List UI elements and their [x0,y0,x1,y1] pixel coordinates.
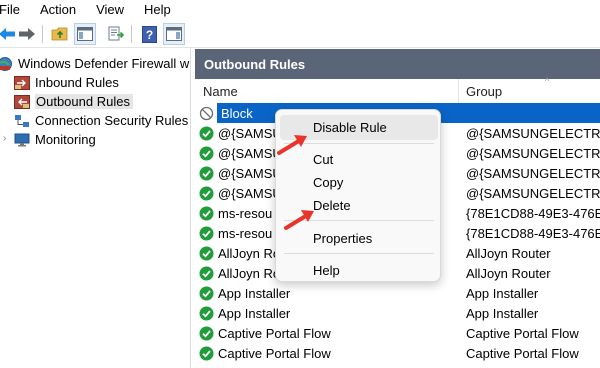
enabled-check-icon [199,306,214,320]
rule-name: Block [221,105,253,121]
rule-group: {78E1CD88-49E3-476E-B9 [466,205,600,221]
rule-group: AllJoyn Router [466,245,551,261]
rule-group: Captive Portal Flow [466,345,579,361]
help-icon[interactable]: ? [138,23,160,45]
tree-item-label: Monitoring [35,132,96,147]
menu-file[interactable]: File [0,1,27,19]
table-row[interactable]: Captive Portal Flow Captive Portal Flow [195,343,600,363]
tree-root-firewall[interactable]: Windows Defender Firewall with [0,54,191,73]
table-row[interactable]: App Installer App Installer [195,283,600,303]
blocked-rule-icon [199,106,214,120]
menu-item-help[interactable]: Help [280,258,438,283]
rule-group: @{SAMSUNGELECTRONI [466,185,600,201]
table-row[interactable]: App Installer App Installer [195,303,600,323]
column-header-name[interactable]: Name [195,79,459,103]
enabled-check-icon [199,146,214,160]
inbound-rules-icon [13,75,31,91]
enabled-check-icon [199,206,214,220]
connection-security-icon [13,113,31,129]
tree-item-label: Inbound Rules [35,75,119,90]
toolbar: ? [0,20,600,48]
rule-group: AllJoyn Router [466,265,551,281]
monitoring-icon [13,132,31,148]
tree-item-inbound-rules[interactable]: Inbound Rules [13,73,119,92]
enabled-check-icon [199,166,214,180]
rule-group: @{SAMSUNGELECTRONI [466,125,600,141]
enabled-check-icon [199,326,214,340]
rule-name: @{SAMSU [218,185,282,201]
navigation-tree: Windows Defender Firewall with Inbound R… [0,49,191,368]
rule-name: @{SAMSU [218,165,282,181]
annotation-arrow-icon [284,210,314,230]
tree-item-label: Outbound Rules [35,94,133,109]
tree-item-monitoring[interactable]: Monitoring [13,130,96,149]
rule-name: ms-resou [218,225,273,241]
forward-arrow-icon[interactable] [16,23,38,45]
enabled-check-icon [199,226,214,240]
menu-help[interactable]: Help [144,1,178,19]
tree-item-outbound-rules[interactable]: Outbound Rules [13,92,133,111]
column-header-group[interactable]: Group [459,79,600,103]
rule-name: Captive Portal Flow [218,345,331,361]
pane-title: Outbound Rules [195,49,600,79]
outbound-rules-icon [13,94,31,110]
tree-item-label: Connection Security Rules [35,113,189,128]
sort-indicator-icon: ^ [545,76,550,86]
rule-group: @{SAMSUNGELECTRONI [466,145,600,161]
table-row[interactable]: Captive Portal Flow Captive Portal Flow [195,323,600,343]
rule-name: AllJoyn Ro [218,245,281,261]
export-list-icon[interactable] [105,23,127,45]
rule-name: App Installer [218,305,291,321]
rule-group: App Installer [466,305,539,321]
enabled-check-icon [199,286,214,300]
rule-group: App Installer [466,285,539,301]
enabled-check-icon [199,246,214,260]
rule-name: ms-resou [218,205,273,221]
menu-bar: File Action View Help [0,0,600,20]
tree-item-connection-security-rules[interactable]: Connection Security Rules [13,111,188,130]
properties-pane-icon[interactable] [163,23,185,45]
up-folder-icon[interactable] [49,23,71,45]
firewall-globe-icon [0,56,14,72]
menu-separator [284,253,434,254]
rule-name: AllJoyn Ro [218,265,281,281]
tree-root-label: Windows Defender Firewall with [18,56,191,71]
svg-text:?: ? [145,28,152,42]
menu-item-copy[interactable]: Copy [280,170,438,195]
expand-chevron-icon[interactable]: › [3,133,6,144]
rule-name: @{SAMSU [218,145,282,161]
enabled-check-icon [199,266,214,280]
enabled-check-icon [199,126,214,140]
rule-name: App Installer [218,285,291,301]
rule-name: @{SAMSU [218,125,282,141]
rule-group: @{SAMSUNGELECTRONI [466,165,600,181]
annotation-arrow-icon [277,135,307,155]
rule-group: {78E1CD88-49E3-476E-B9 [466,225,600,241]
enabled-check-icon [199,186,214,200]
enabled-check-icon [199,346,214,360]
rule-name: Captive Portal Flow [218,325,331,341]
menu-action[interactable]: Action [40,1,83,19]
rule-group: Captive Portal Flow [466,325,579,341]
show-hide-tree-icon[interactable] [74,23,96,45]
menu-view[interactable]: View [96,1,131,19]
